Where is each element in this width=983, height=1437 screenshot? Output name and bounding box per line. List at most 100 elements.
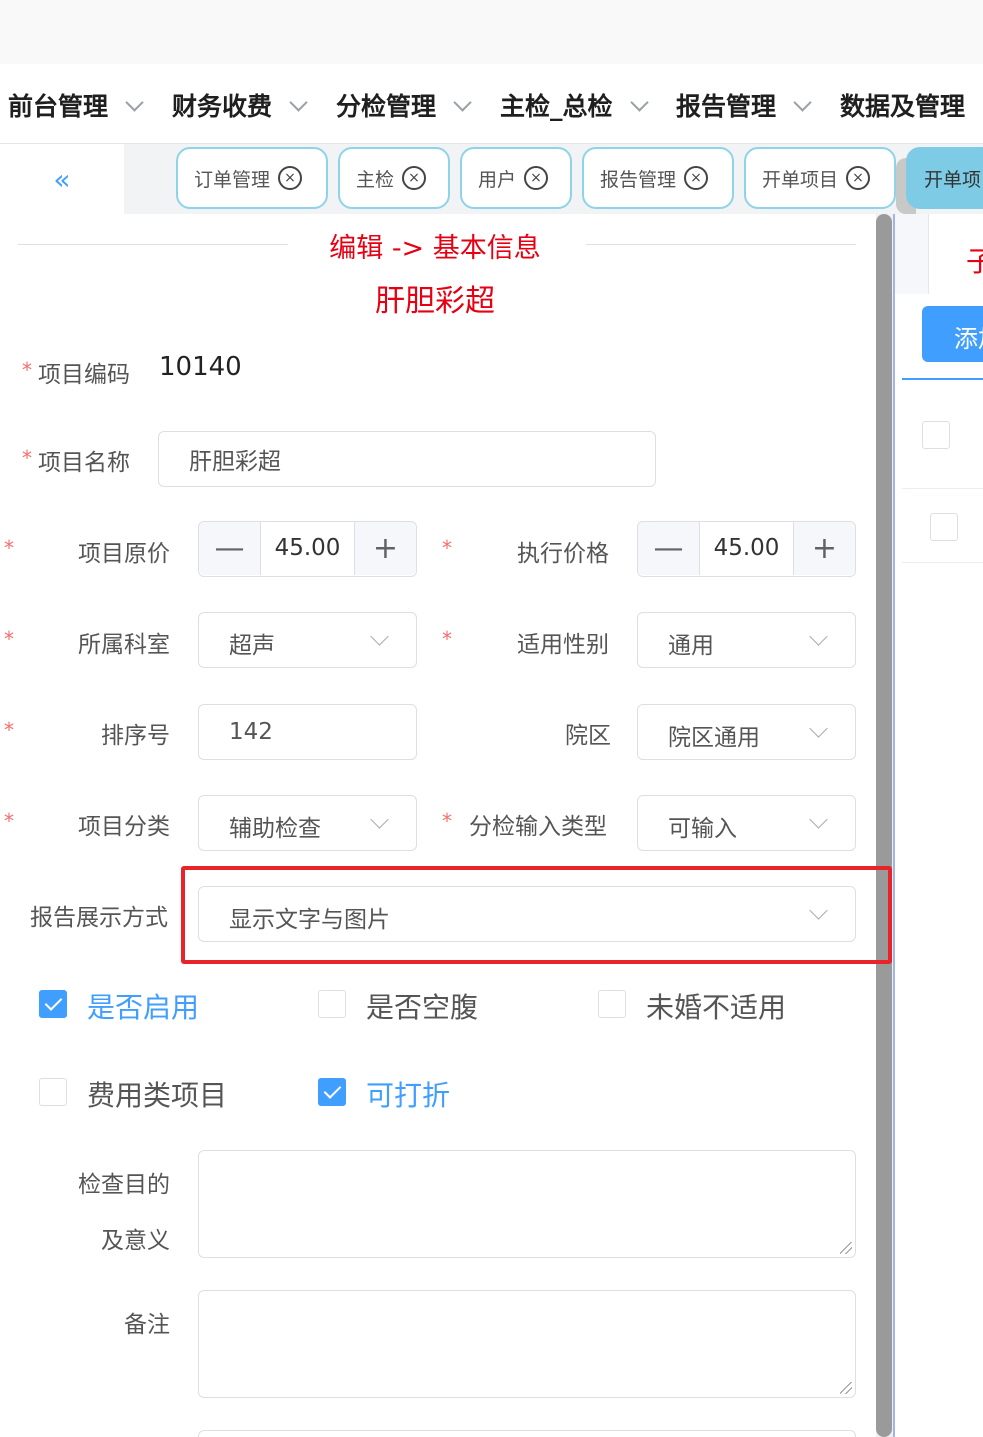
menu-label: 前台管理 <box>8 92 109 121</box>
menu-item-reports[interactable]: 报告管理 <box>676 88 812 122</box>
form-title: 编辑 -> 基本信息 <box>329 233 541 264</box>
remark-label: 备注 <box>124 1312 170 1338</box>
category-select[interactable]: 辅助检查 <box>198 795 417 851</box>
input-type-select[interactable]: 可输入 <box>637 795 856 851</box>
increment-button[interactable]: + <box>354 522 416 575</box>
increment-button[interactable]: + <box>793 522 855 575</box>
menu-item-data-management[interactable]: 数据及管理 <box>840 88 965 122</box>
close-icon[interactable]: × <box>278 166 303 190</box>
resize-handle-icon[interactable] <box>840 1382 852 1394</box>
panel-divider <box>893 214 895 1437</box>
tab-order-items-active[interactable]: 开单项 <box>906 147 983 209</box>
orig-price-value[interactable]: 45.00 <box>261 535 354 561</box>
tab-users[interactable]: 用户 × <box>460 147 572 209</box>
chevron-down-icon <box>809 627 828 646</box>
discountable-label[interactable]: 可打折 <box>366 1074 450 1114</box>
code-value: 10140 <box>159 352 242 382</box>
orig-price-stepper: — 45.00 + <box>198 521 417 577</box>
tabs-bar: « 订单管理 × 主检 × 用户 × 报告管理 × 开单项目 × 开单项 <box>0 144 983 214</box>
table-header-line <box>902 378 983 380</box>
chevron-down-icon <box>125 92 144 112</box>
fee-item-checkbox[interactable] <box>39 1078 67 1106</box>
close-icon[interactable]: × <box>684 166 709 190</box>
fasting-checkbox[interactable] <box>318 990 346 1018</box>
required-mark: * <box>4 627 14 651</box>
required-mark: * <box>22 446 32 470</box>
collapse-sidebar-button[interactable]: « <box>0 144 124 214</box>
menu-label: 报告管理 <box>676 92 777 121</box>
title-divider-left <box>18 244 288 245</box>
sort-input[interactable]: 142 <box>198 704 417 760</box>
top-header-bar <box>0 0 983 64</box>
main-menu-bar: 前台管理 财务收费 分检管理 主检_总检 报告管理 数据及管理 <box>0 64 983 144</box>
tab-order-items[interactable]: 开单项目 × <box>744 147 896 209</box>
tab-label: 主检 <box>356 168 395 191</box>
close-icon[interactable]: × <box>402 166 427 190</box>
input-type-value: 可输入 <box>668 816 737 842</box>
exec-price-stepper: — 45.00 + <box>637 521 856 577</box>
code-label: 项目编码 <box>38 362 130 388</box>
required-mark: * <box>22 358 32 382</box>
required-mark: * <box>4 536 14 560</box>
table-row-checkbox[interactable] <box>930 513 958 541</box>
fee-item-label[interactable]: 费用类项目 <box>87 1074 227 1114</box>
required-mark: * <box>4 809 14 833</box>
dept-label: 所属科室 <box>78 632 170 658</box>
menu-item-subcheck[interactable]: 分检管理 <box>336 88 472 122</box>
fasting-label[interactable]: 是否空腹 <box>366 986 478 1026</box>
dept-value: 超声 <box>229 633 275 659</box>
chevron-down-icon <box>370 627 389 646</box>
chevron-down-icon <box>453 92 472 112</box>
scrollbar-thumb[interactable] <box>876 214 892 1437</box>
report-display-label: 报告展示方式 <box>30 905 168 931</box>
unmarried-na-checkbox[interactable] <box>598 990 626 1018</box>
exec-price-value[interactable]: 45.00 <box>700 535 793 561</box>
gender-label: 适用性别 <box>517 632 609 658</box>
tab-main-check[interactable]: 主检 × <box>338 147 450 209</box>
tab-label: 开单项 <box>924 168 982 191</box>
add-button[interactable]: 添加 <box>922 306 983 362</box>
chevron-down-icon <box>370 810 389 829</box>
menu-item-main-check[interactable]: 主检_总检 <box>500 88 649 122</box>
dept-select[interactable]: 超声 <box>198 612 417 668</box>
orig-price-label: 项目原价 <box>78 541 170 567</box>
form-subtitle: 肝胆彩超 <box>375 284 495 319</box>
required-mark: * <box>4 718 14 742</box>
chevron-down-icon <box>809 719 828 738</box>
purpose-label-line2: 及意义 <box>101 1228 170 1254</box>
chevron-down-icon <box>809 810 828 829</box>
table-row-checkbox[interactable] <box>922 421 950 449</box>
tab-reports[interactable]: 报告管理 × <box>582 147 734 209</box>
side-panel-tab-strip <box>895 214 928 294</box>
close-icon[interactable]: × <box>524 166 549 190</box>
input-type-label: 分检输入类型 <box>469 814 607 840</box>
required-mark: * <box>442 809 452 833</box>
purpose-textarea[interactable] <box>198 1150 856 1258</box>
gender-select[interactable]: 通用 <box>637 612 856 668</box>
tab-label: 报告管理 <box>600 168 677 191</box>
tab-orders[interactable]: 订单管理 × <box>176 147 328 209</box>
chevron-down-icon <box>793 92 812 112</box>
exec-price-label: 执行价格 <box>517 541 609 567</box>
campus-select[interactable]: 院区通用 <box>637 704 856 760</box>
close-icon[interactable]: × <box>846 166 871 190</box>
chevron-down-icon <box>289 92 308 112</box>
resize-handle-icon[interactable] <box>840 1242 852 1254</box>
purpose-label-line1: 检查目的 <box>78 1172 170 1198</box>
name-input[interactable]: 肝胆彩超 <box>158 431 656 487</box>
discountable-checkbox[interactable] <box>318 1078 346 1106</box>
enabled-checkbox[interactable] <box>39 990 67 1018</box>
name-label: 项目名称 <box>38 450 130 476</box>
unmarried-na-label[interactable]: 未婚不适用 <box>646 986 786 1026</box>
double-chevron-left-icon: « <box>53 162 71 196</box>
campus-label: 院区 <box>565 723 611 749</box>
enabled-label[interactable]: 是否启用 <box>87 986 199 1026</box>
next-field-input[interactable] <box>198 1430 856 1437</box>
menu-item-finance[interactable]: 财务收费 <box>172 88 308 122</box>
chevron-down-icon <box>629 92 649 112</box>
gender-value: 通用 <box>668 633 714 659</box>
remark-textarea[interactable] <box>198 1290 856 1398</box>
decrement-button[interactable]: — <box>638 522 700 575</box>
menu-item-front-desk[interactable]: 前台管理 <box>8 88 144 122</box>
decrement-button[interactable]: — <box>199 522 261 575</box>
